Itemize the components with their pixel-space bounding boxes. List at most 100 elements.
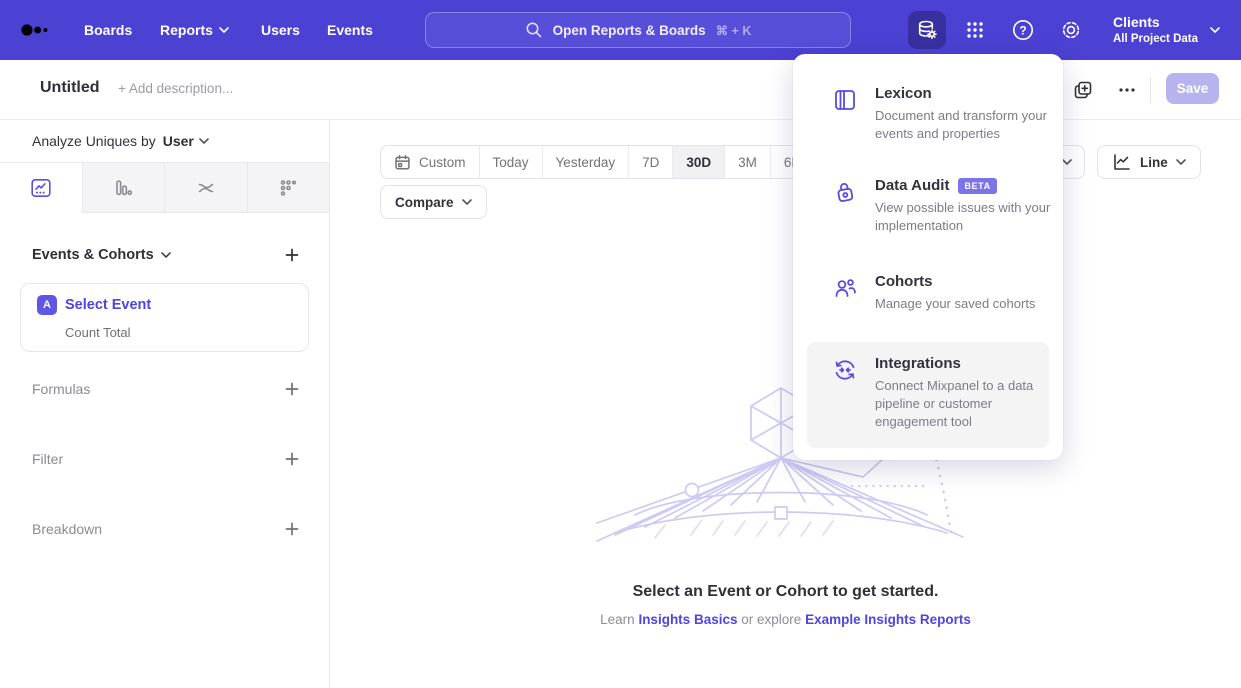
search-placeholder: Open Reports & Boards [553,23,706,38]
menu-item-cohorts[interactable]: Cohorts Manage your saved cohorts [807,260,1049,326]
mixpanel-logo-icon [20,15,50,45]
date-range-label: Today [493,155,529,170]
analyze-uniques-row: Analyze Uniques by User [0,120,329,163]
nav-item-users[interactable]: Users [261,0,300,60]
top-navigation-bar: Boards Reports Users Events Open Reports… [0,0,1241,60]
date-range-label: Yesterday [556,155,616,170]
more-options-button[interactable] [1112,77,1142,103]
empty-state-links: Learn Insights Basics or explore Example… [330,612,1241,627]
gear-icon [1058,17,1084,43]
nav-item-reports[interactable]: Reports [160,0,229,60]
date-range-label: Custom [419,155,466,170]
date-range-custom[interactable]: Custom [381,146,479,178]
retention-dots-icon [277,177,299,199]
date-range-label: 3M [738,155,757,170]
settings-button[interactable] [1058,17,1084,43]
chart-type-tabstrip [0,163,329,213]
date-range-7d[interactable]: 7D [628,146,672,178]
menu-item-description: Connect Mixpanel to a data pipeline or c… [875,377,1053,431]
chevron-down-icon [462,199,472,205]
menu-item-title: Data Audit BETA [875,177,1053,194]
date-range-today[interactable]: Today [479,146,542,178]
project-scope: All Project Data [1113,32,1198,46]
nav-item-label: Boards [84,22,132,38]
tab-flows[interactable] [164,163,247,212]
bar-chart-icon [112,177,134,199]
date-range-label: 30D [686,155,711,170]
formulas-label: Formulas [32,381,90,397]
tab-funnels-bars[interactable] [82,163,165,212]
help-button[interactable]: ? [1010,17,1036,43]
plus-icon [285,452,299,466]
nav-item-boards[interactable]: Boards [84,0,132,60]
integrations-sync-icon [832,357,858,383]
events-cohorts-toggle[interactable]: Events & Cohorts [32,247,171,263]
menu-item-lexicon[interactable]: Lexicon Document and transform your even… [807,72,1049,156]
example-reports-link[interactable]: Example Insights Reports [805,612,971,627]
line-chart-icon [1112,152,1132,172]
menu-item-title: Integrations [875,355,1053,372]
compare-button[interactable]: Compare [380,185,487,219]
analyze-uniques-label: Analyze Uniques by [32,133,156,149]
add-breakdown-button[interactable] [283,520,301,538]
add-formula-button[interactable] [283,380,301,398]
menu-item-description: Document and transform your events and p… [875,107,1053,143]
plus-icon [285,382,299,396]
header-divider [1150,77,1151,103]
data-management-button[interactable] [908,11,946,49]
nav-item-events[interactable]: Events [327,0,373,60]
report-title[interactable]: Untitled [40,79,100,97]
grid-icon [963,18,987,42]
search-icon [525,21,543,39]
apps-grid-button[interactable] [962,17,988,43]
chevron-down-icon [1062,159,1072,165]
add-filter-button[interactable] [283,450,301,468]
duplicate-report-button[interactable] [1070,77,1096,103]
save-button[interactable]: Save [1166,73,1219,104]
breakdown-section-row: Breakdown [32,520,301,538]
nav-item-label: Events [327,22,373,38]
flows-icon [195,177,217,199]
beta-badge: BETA [958,178,996,194]
formulas-section-row: Formulas [32,380,301,398]
add-description-field[interactable]: + Add description... [118,81,233,96]
analyze-uniques-value: User [163,133,194,149]
cohorts-people-icon [832,275,858,301]
learn-prefix-text: Learn [600,612,635,627]
tab-retention[interactable] [247,163,330,212]
connector-text: or explore [741,612,801,627]
nav-item-label: Users [261,22,300,38]
select-event-link[interactable]: Select Event [65,297,151,313]
event-series-badge: A [37,295,57,315]
compare-label: Compare [395,195,454,210]
date-range-yesterday[interactable]: Yesterday [542,146,629,178]
menu-item-title: Cohorts [875,273,1053,290]
chart-type-button[interactable]: Line [1097,145,1201,179]
data-audit-lock-icon [832,179,858,205]
breakdown-label: Breakdown [32,521,102,537]
query-builder-sidebar: Analyze Uniques by User [0,120,330,688]
date-range-30d-selected[interactable]: 30D [672,146,724,178]
global-search-input[interactable]: Open Reports & Boards ⌘ + K [425,12,851,48]
data-management-menu: Lexicon Document and transform your even… [793,54,1063,460]
calendar-icon [394,154,411,171]
ellipsis-icon [1116,79,1138,101]
analyze-uniques-selector[interactable]: User [163,133,209,149]
insights-chart-icon [30,177,52,199]
plus-icon [285,522,299,536]
menu-item-integrations[interactable]: Integrations Connect Mixpanel to a data … [807,342,1049,448]
event-metric-selector[interactable]: Count Total [65,325,131,340]
events-cohorts-section-header: Events & Cohorts [32,246,301,264]
menu-item-data-audit[interactable]: Data Audit BETA View possible issues wit… [807,164,1049,248]
project-selector[interactable]: Clients All Project Data [1113,10,1220,50]
nav-item-label: Reports [160,22,213,38]
add-event-button[interactable] [283,246,301,264]
event-card[interactable]: A Select Event Count Total [20,283,309,352]
mixpanel-logo[interactable] [20,15,50,45]
menu-item-description: Manage your saved cohorts [875,295,1053,313]
tab-insights-line[interactable] [0,163,82,212]
date-range-3m[interactable]: 3M [724,146,770,178]
events-cohorts-label: Events & Cohorts [32,247,154,263]
chevron-down-icon [219,27,229,33]
insights-basics-link[interactable]: Insights Basics [638,612,737,627]
